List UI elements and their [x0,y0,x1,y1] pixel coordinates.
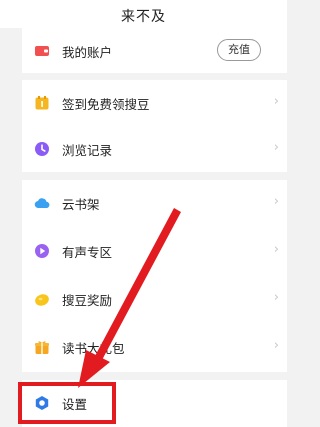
calendar-check-icon [35,96,49,110]
chevron-right-icon: › [273,194,279,209]
chevron-right-icon: › [273,94,279,109]
checkin-label: 签到免费领搜豆 [62,97,150,112]
recharge-button[interactable]: 充值 [217,39,261,61]
my-account-label: 我的账户 [62,45,113,60]
my-account-item[interactable]: 我的账户 充值 [22,28,287,74]
gift-pack-item[interactable]: 读书大礼包 › [22,324,287,370]
page-title: 来不及 [121,9,166,25]
chevron-right-icon: › [273,338,279,353]
chevron-right-icon: › [273,242,279,257]
coin-icon [35,294,49,306]
clock-icon [35,142,49,156]
play-circle-icon [35,244,49,258]
features-group: 云书架 › 有声专区 › 搜豆奖励 › 读书大礼包 › [22,180,287,372]
gift-pack-label: 读书大礼包 [62,341,125,356]
audio-zone-label: 有声专区 [62,245,113,260]
account-group: 我的账户 充值 [22,28,287,73]
history-label: 浏览记录 [62,143,113,158]
highlight-box [18,382,116,424]
checkin-item[interactable]: 签到免费领搜豆 › [22,80,287,126]
audio-zone-item[interactable]: 有声专区 › [22,228,287,274]
cloud-icon [34,198,50,209]
cloud-shelf-label: 云书架 [62,197,100,212]
chevron-right-icon: › [273,290,279,305]
bean-reward-label: 搜豆奖励 [62,293,113,308]
cloud-shelf-item[interactable]: 云书架 › [22,180,287,226]
gift-icon [35,341,49,354]
history-item[interactable]: 浏览记录 › [22,126,287,172]
bean-reward-item[interactable]: 搜豆奖励 › [22,276,287,322]
wallet-icon [35,46,49,56]
chevron-right-icon: › [273,140,279,155]
top-bar: 来不及 [0,0,287,28]
daily-group: 签到免费领搜豆 › 浏览记录 › [22,80,287,172]
